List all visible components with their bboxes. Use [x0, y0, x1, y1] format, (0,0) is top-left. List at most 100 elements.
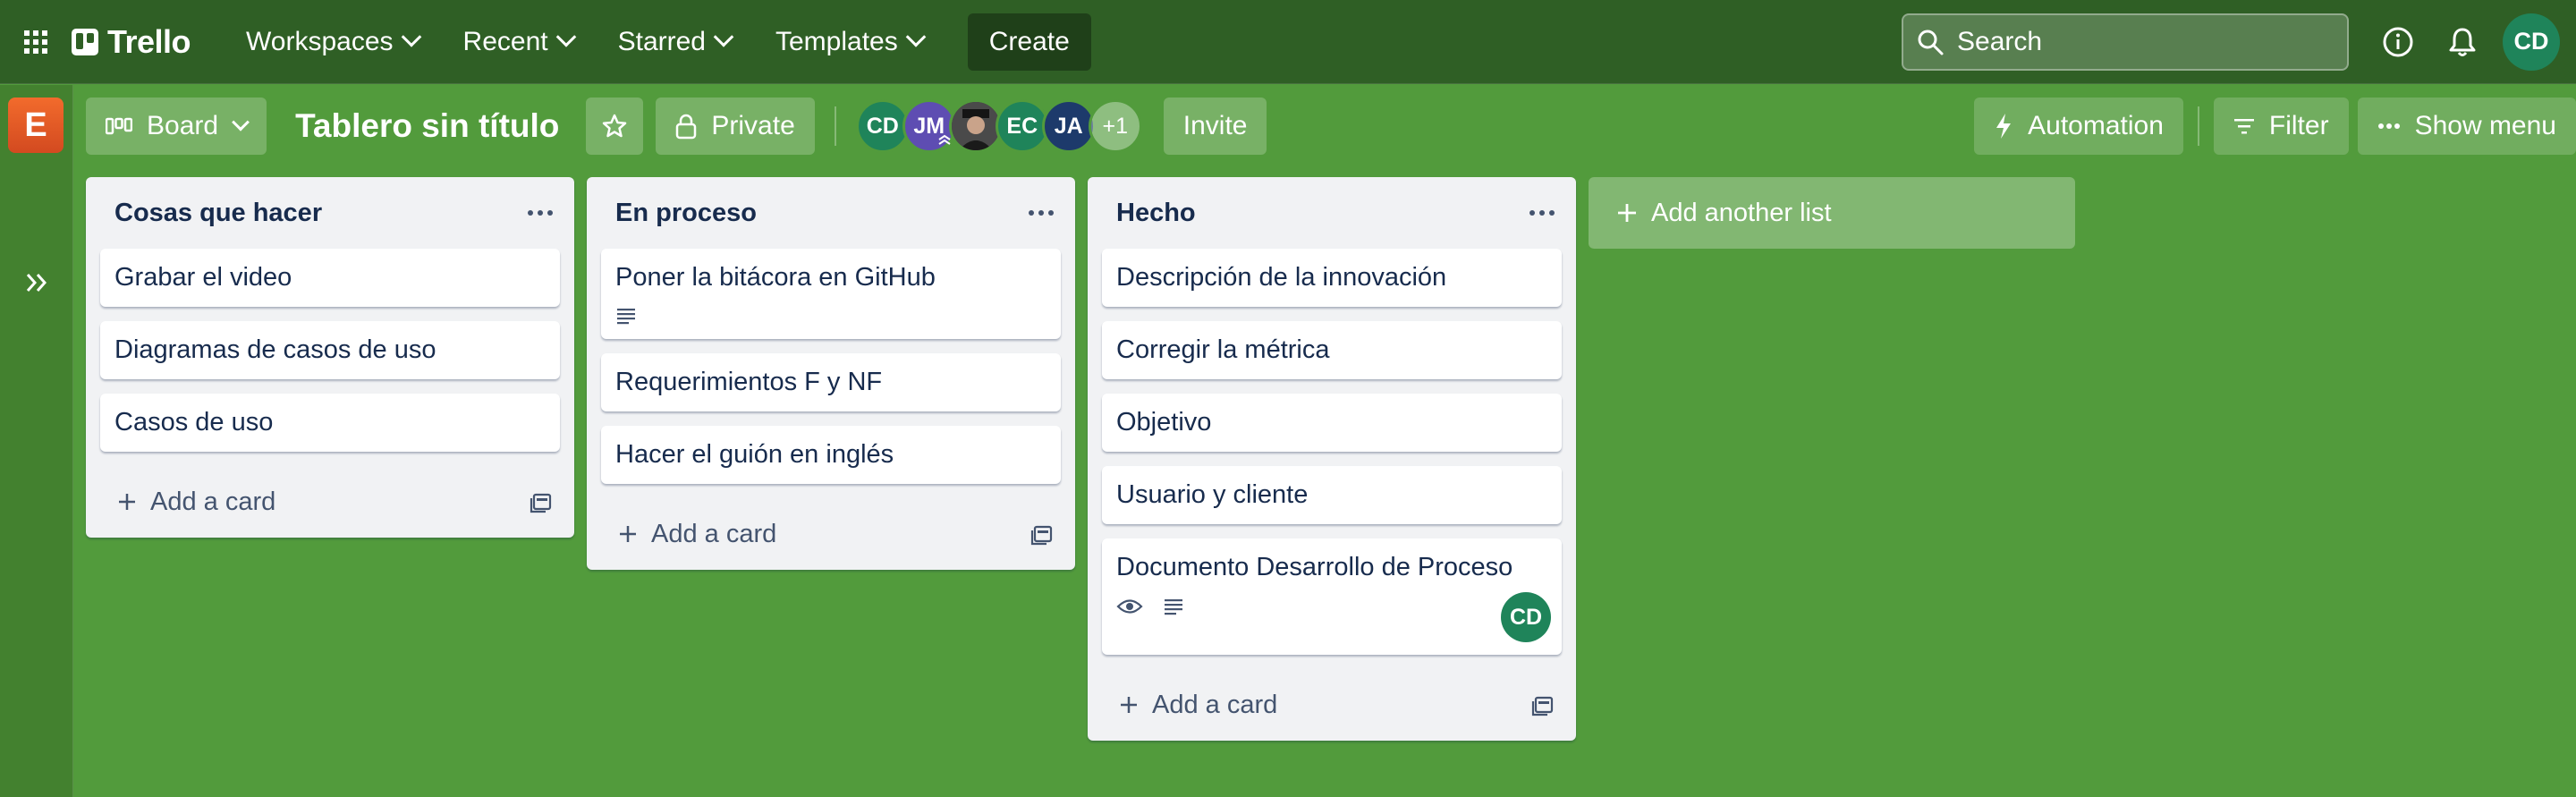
board-view-switcher[interactable]: Board	[86, 98, 267, 155]
create-from-template-icon[interactable]	[1030, 522, 1054, 546]
card-title: Poner la bitácora en GitHub	[615, 263, 936, 292]
logo-text: Trello	[107, 22, 191, 60]
card-badges	[615, 307, 1046, 325]
list-actions-icon[interactable]	[1029, 210, 1054, 216]
member-avatar[interactable]: JA	[1041, 99, 1096, 153]
card[interactable]: Descripción de la innovación	[1102, 249, 1562, 307]
card[interactable]: Grabar el video	[100, 249, 560, 307]
card[interactable]: Hacer el guión en inglés	[601, 426, 1061, 484]
notifications-bell-icon[interactable]	[2438, 18, 2487, 66]
add-card-label: Add a card	[1152, 690, 1278, 719]
search-input[interactable]	[1957, 26, 2315, 57]
top-navigation: Trello Workspaces Recent Starred Templat…	[0, 0, 2576, 84]
expand-sidebar-icon[interactable]	[21, 267, 52, 298]
card[interactable]: Requerimientos F y NF	[601, 353, 1061, 411]
starred-menu[interactable]: Starred	[598, 16, 750, 68]
card[interactable]: Documento Desarrollo de Proceso CD	[1102, 538, 1562, 655]
add-another-list-button[interactable]: Add another list	[1589, 177, 2075, 249]
add-card-button[interactable]: Add a card	[617, 520, 776, 549]
list-actions-icon[interactable]	[528, 210, 553, 216]
filter-label: Filter	[2268, 111, 2329, 140]
trello-logo[interactable]: Trello	[68, 19, 199, 65]
app-switcher-icon[interactable]	[16, 22, 55, 62]
show-menu-button[interactable]: Show menu	[2357, 98, 2576, 155]
ellipsis-icon	[2377, 123, 2401, 130]
list-header: Cosas que hacer	[86, 177, 574, 249]
board-header: Board Tablero sin título Private CD JM E…	[73, 85, 2576, 167]
member-photo-avatar[interactable]	[948, 99, 1003, 153]
templates-menu[interactable]: Templates	[756, 16, 943, 68]
automation-button[interactable]: Automation	[1974, 98, 2183, 155]
filter-icon	[2233, 117, 2255, 135]
create-from-template-icon[interactable]	[530, 490, 553, 513]
lock-icon	[675, 113, 697, 140]
invite-button[interactable]: Invite	[1163, 98, 1267, 155]
card[interactable]: Diagramas de casos de uso	[100, 321, 560, 379]
search-box[interactable]	[1902, 13, 2349, 71]
chevron-down-icon	[401, 26, 421, 47]
workspaces-menu-label: Workspaces	[246, 26, 394, 56]
card-container: Descripción de la innovación Corregir la…	[1088, 249, 1576, 655]
card-container: Poner la bitácora en GitHub Requerimient…	[587, 249, 1075, 484]
lightning-bolt-icon	[1994, 113, 2013, 140]
person-photo-icon	[951, 102, 1000, 150]
member-avatar[interactable]: CD	[855, 99, 910, 153]
watching-eye-icon	[1116, 599, 1143, 614]
chevron-down-icon	[555, 26, 576, 47]
card[interactable]: Usuario y cliente	[1102, 466, 1562, 524]
star-board-button[interactable]	[586, 98, 644, 155]
card-title: Usuario y cliente	[1116, 480, 1309, 509]
visibility-button[interactable]: Private	[656, 98, 815, 155]
information-icon[interactable]	[2374, 18, 2422, 66]
workspace-avatar[interactable]: E	[8, 98, 64, 153]
card[interactable]: Corregir la métrica	[1102, 321, 1562, 379]
chevron-down-icon	[713, 26, 734, 47]
add-card-button[interactable]: Add a card	[1118, 691, 1277, 720]
card-title: Descripción de la innovación	[1116, 263, 1447, 292]
add-card-button[interactable]: Add a card	[116, 488, 275, 517]
board-title[interactable]: Tablero sin título	[267, 107, 586, 145]
plus-icon	[1121, 697, 1137, 713]
card-title: Corregir la métrica	[1116, 335, 1330, 364]
starred-menu-label: Starred	[617, 26, 706, 56]
card[interactable]: Objetivo	[1102, 394, 1562, 452]
chevron-down-icon	[232, 113, 250, 131]
templates-menu-label: Templates	[775, 26, 898, 56]
recent-menu-label: Recent	[462, 26, 548, 56]
list-header: Hecho	[1088, 177, 1576, 249]
add-card-row: Add a card	[587, 498, 1075, 570]
plus-icon	[620, 526, 636, 542]
list-title[interactable]: En proceso	[615, 199, 757, 228]
card-title: Diagramas de casos de uso	[114, 335, 436, 364]
workspace-sidebar: E	[0, 85, 73, 797]
add-card-row: Add a card	[86, 466, 574, 538]
plus-icon	[119, 494, 135, 510]
card[interactable]: Casos de uso	[100, 394, 560, 452]
add-card-label: Add a card	[651, 519, 777, 548]
member-avatar[interactable]: JM	[902, 99, 956, 153]
create-from-template-icon[interactable]	[1531, 693, 1555, 716]
create-button[interactable]: Create	[967, 13, 1091, 71]
list-actions-icon[interactable]	[1530, 210, 1555, 216]
show-menu-label: Show menu	[2414, 111, 2556, 140]
user-avatar[interactable]: CD	[2503, 13, 2560, 71]
card-title: Requerimientos F y NF	[615, 368, 883, 396]
card-container: Grabar el video Diagramas de casos de us…	[86, 249, 574, 452]
card-member-avatar[interactable]: CD	[1501, 592, 1551, 642]
more-members-button[interactable]: +1	[1088, 99, 1142, 153]
search-icon	[1918, 30, 1944, 55]
list-hecho: Hecho Descripción de la innovación Corre…	[1088, 177, 1576, 741]
card-title: Casos de uso	[114, 408, 274, 437]
add-list-label: Add another list	[1651, 198, 1832, 227]
list-title[interactable]: Cosas que hacer	[114, 199, 322, 228]
plus-icon	[1618, 204, 1636, 222]
list-cosas-que-hacer: Cosas que hacer Grabar el video Diagrama…	[86, 177, 574, 538]
workspaces-menu[interactable]: Workspaces	[226, 16, 438, 68]
admin-badge-icon	[938, 134, 951, 145]
add-card-label: Add a card	[150, 487, 276, 516]
filter-button[interactable]: Filter	[2213, 98, 2349, 155]
recent-menu[interactable]: Recent	[444, 16, 593, 68]
list-title[interactable]: Hecho	[1116, 199, 1196, 228]
member-avatar[interactable]: EC	[995, 99, 1049, 153]
card[interactable]: Poner la bitácora en GitHub	[601, 249, 1061, 339]
